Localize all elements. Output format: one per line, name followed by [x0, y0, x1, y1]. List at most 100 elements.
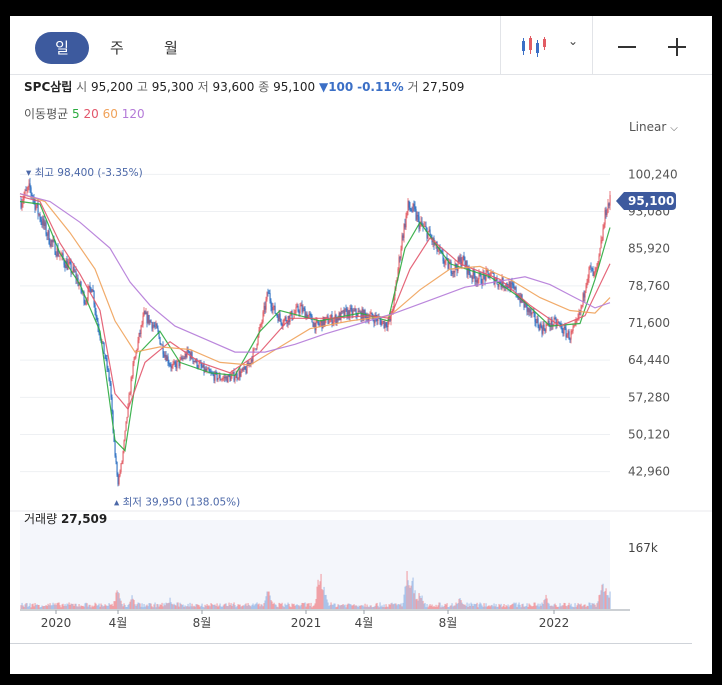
- candle-body: [412, 204, 414, 212]
- volume-bar: [603, 592, 605, 609]
- volume-bar: [240, 606, 242, 609]
- candle-body: [164, 355, 166, 357]
- volume-bar: [53, 604, 55, 609]
- volume-bar: [122, 606, 124, 609]
- volume-bar: [254, 604, 256, 609]
- volume-bar: [123, 603, 125, 609]
- volume-bar: [400, 603, 402, 609]
- volume-bar: [595, 606, 597, 609]
- volume-bar: [237, 604, 239, 609]
- candle-body: [571, 331, 573, 332]
- volume-bar: [127, 604, 129, 609]
- volume-bar: [54, 603, 56, 609]
- volume-panel-bg: [20, 520, 610, 609]
- volume-bar: [284, 603, 286, 609]
- candle-body: [250, 359, 252, 365]
- volume-bar: [523, 606, 525, 609]
- volume-bar: [218, 605, 220, 609]
- volume-bar: [224, 603, 226, 609]
- candle-body: [444, 261, 446, 264]
- candle-body: [127, 404, 129, 417]
- candle-body: [497, 284, 499, 287]
- candle-body: [581, 305, 583, 307]
- volume-bar: [509, 605, 511, 609]
- volume-bar: [582, 605, 584, 609]
- volume-bar: [273, 602, 275, 609]
- volume-bar: [512, 603, 514, 609]
- volume-bar: [392, 604, 394, 609]
- candle-body: [183, 358, 185, 359]
- candle-body: [413, 204, 415, 207]
- candle-body: [118, 475, 120, 485]
- volume-bar: [193, 605, 195, 609]
- volume-bar: [556, 606, 558, 609]
- volume-bar: [372, 606, 374, 609]
- candle-body: [299, 306, 301, 313]
- candle-body: [185, 353, 187, 358]
- volume-bar: [516, 607, 518, 609]
- candle-body: [451, 272, 453, 275]
- x-tick-label: 2022: [539, 616, 570, 630]
- volume-bar: [152, 607, 154, 609]
- candle-body: [601, 240, 603, 241]
- volume-bar: [64, 604, 66, 609]
- volume-bar: [467, 606, 469, 609]
- volume-bar: [562, 605, 564, 609]
- candle-body: [150, 320, 152, 323]
- volume-bar: [609, 591, 611, 609]
- candle-body: [254, 348, 256, 350]
- volume-bar: [87, 606, 89, 609]
- volume-bar: [131, 595, 133, 609]
- volume-bar: [353, 604, 355, 609]
- candle-body: [85, 301, 87, 304]
- candle-body: [182, 358, 184, 360]
- volume-bar: [250, 606, 252, 609]
- volume-bar: [338, 604, 340, 609]
- volume-bar: [211, 604, 213, 609]
- candle-body: [478, 273, 480, 280]
- volume-bar: [596, 603, 598, 609]
- volume-bar: [499, 605, 501, 609]
- volume-bar: [362, 605, 364, 609]
- volume-bar: [429, 604, 431, 609]
- volume-bar: [537, 603, 539, 609]
- volume-bar: [438, 602, 440, 609]
- volume-bar: [198, 605, 200, 609]
- candle-body: [44, 222, 46, 226]
- volume-bar: [348, 603, 350, 609]
- volume-bar: [469, 606, 471, 609]
- candle-body: [161, 344, 163, 346]
- volume-bar: [345, 607, 347, 609]
- candle-body: [599, 247, 601, 256]
- volume-bar: [243, 605, 245, 609]
- volume-bar: [550, 605, 552, 609]
- volume-bar: [377, 605, 379, 609]
- volume-bar: [288, 603, 290, 609]
- volume-bar: [272, 603, 274, 609]
- candle-body: [20, 201, 22, 208]
- candle-body: [607, 203, 609, 213]
- candle-body: [253, 348, 255, 351]
- volume-bar: [301, 602, 303, 609]
- volume-bar: [421, 595, 423, 609]
- volume-bar: [280, 604, 282, 609]
- volume-bar: [235, 607, 237, 609]
- volume-bar: [265, 596, 267, 609]
- volume-bar: [410, 585, 412, 609]
- candle-body: [270, 300, 272, 307]
- candle-body: [298, 311, 300, 313]
- volume-bar: [100, 603, 102, 609]
- candle-body: [25, 190, 27, 192]
- volume-bar: [545, 594, 547, 609]
- candle-body: [428, 229, 430, 232]
- volume-bar: [504, 607, 506, 609]
- volume-bar: [107, 605, 109, 609]
- candle-body: [106, 358, 108, 369]
- volume-bar: [439, 602, 441, 609]
- volume-bar: [82, 605, 84, 609]
- volume-bar: [515, 602, 517, 609]
- candle-body: [411, 211, 413, 212]
- candle-body: [125, 421, 127, 431]
- y-tick-label: 50,120: [628, 427, 670, 441]
- candle-body: [269, 293, 271, 301]
